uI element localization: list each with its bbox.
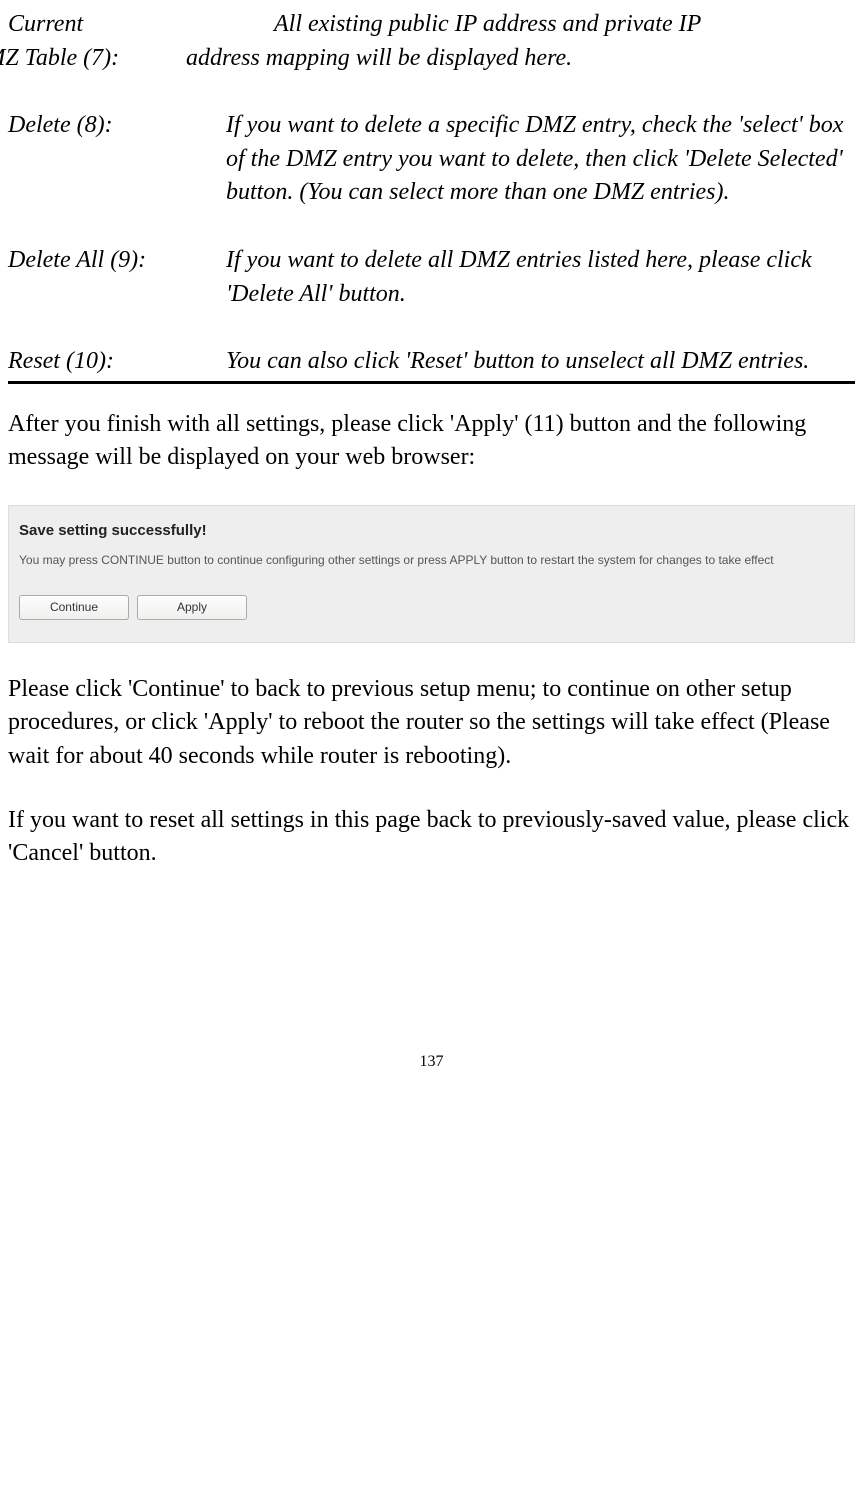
apply-button[interactable]: Apply [137, 595, 247, 620]
dialog-title: Save setting successfully! [19, 520, 844, 541]
definition-description: You can also click 'Reset' button to uns… [226, 345, 855, 379]
paragraph-apply-instruction: After you finish with all settings, plea… [8, 408, 855, 475]
page-number: 137 [8, 1051, 855, 1073]
paragraph-cancel-instruction: If you want to reset all settings in thi… [8, 804, 855, 871]
definition-description: If you want to delete all DMZ entries li… [226, 244, 855, 311]
definition-row: Current DMZ Table (7): All existing publ… [8, 8, 855, 75]
dialog-text: You may press CONTINUE button to continu… [19, 551, 844, 569]
definition-row: Delete All (9): If you want to delete al… [8, 244, 855, 311]
dialog-button-row: Continue Apply [19, 595, 844, 620]
definitions-block: Current DMZ Table (7): All existing publ… [8, 8, 855, 384]
term-text: Current [8, 11, 83, 37]
definition-term: Reset (10): [8, 345, 226, 379]
definition-term: Delete (8): [8, 109, 226, 143]
paragraph-continue-instruction: Please click 'Continue' to back to previ… [8, 673, 855, 774]
definition-description: All existing public IP address and priva… [226, 8, 855, 75]
definition-row: Delete (8): If you want to delete a spec… [8, 109, 855, 210]
definition-row: Reset (10): You can also click 'Reset' b… [8, 345, 855, 379]
desc-rest: address mapping will be displayed here. [186, 42, 855, 76]
save-success-dialog: Save setting successfully! You may press… [8, 505, 855, 643]
desc-line1: All existing public IP address and priva… [226, 8, 855, 42]
definition-term: Delete All (9): [8, 244, 226, 278]
definition-description: If you want to delete a specific DMZ ent… [226, 109, 855, 210]
continue-button[interactable]: Continue [19, 595, 129, 620]
